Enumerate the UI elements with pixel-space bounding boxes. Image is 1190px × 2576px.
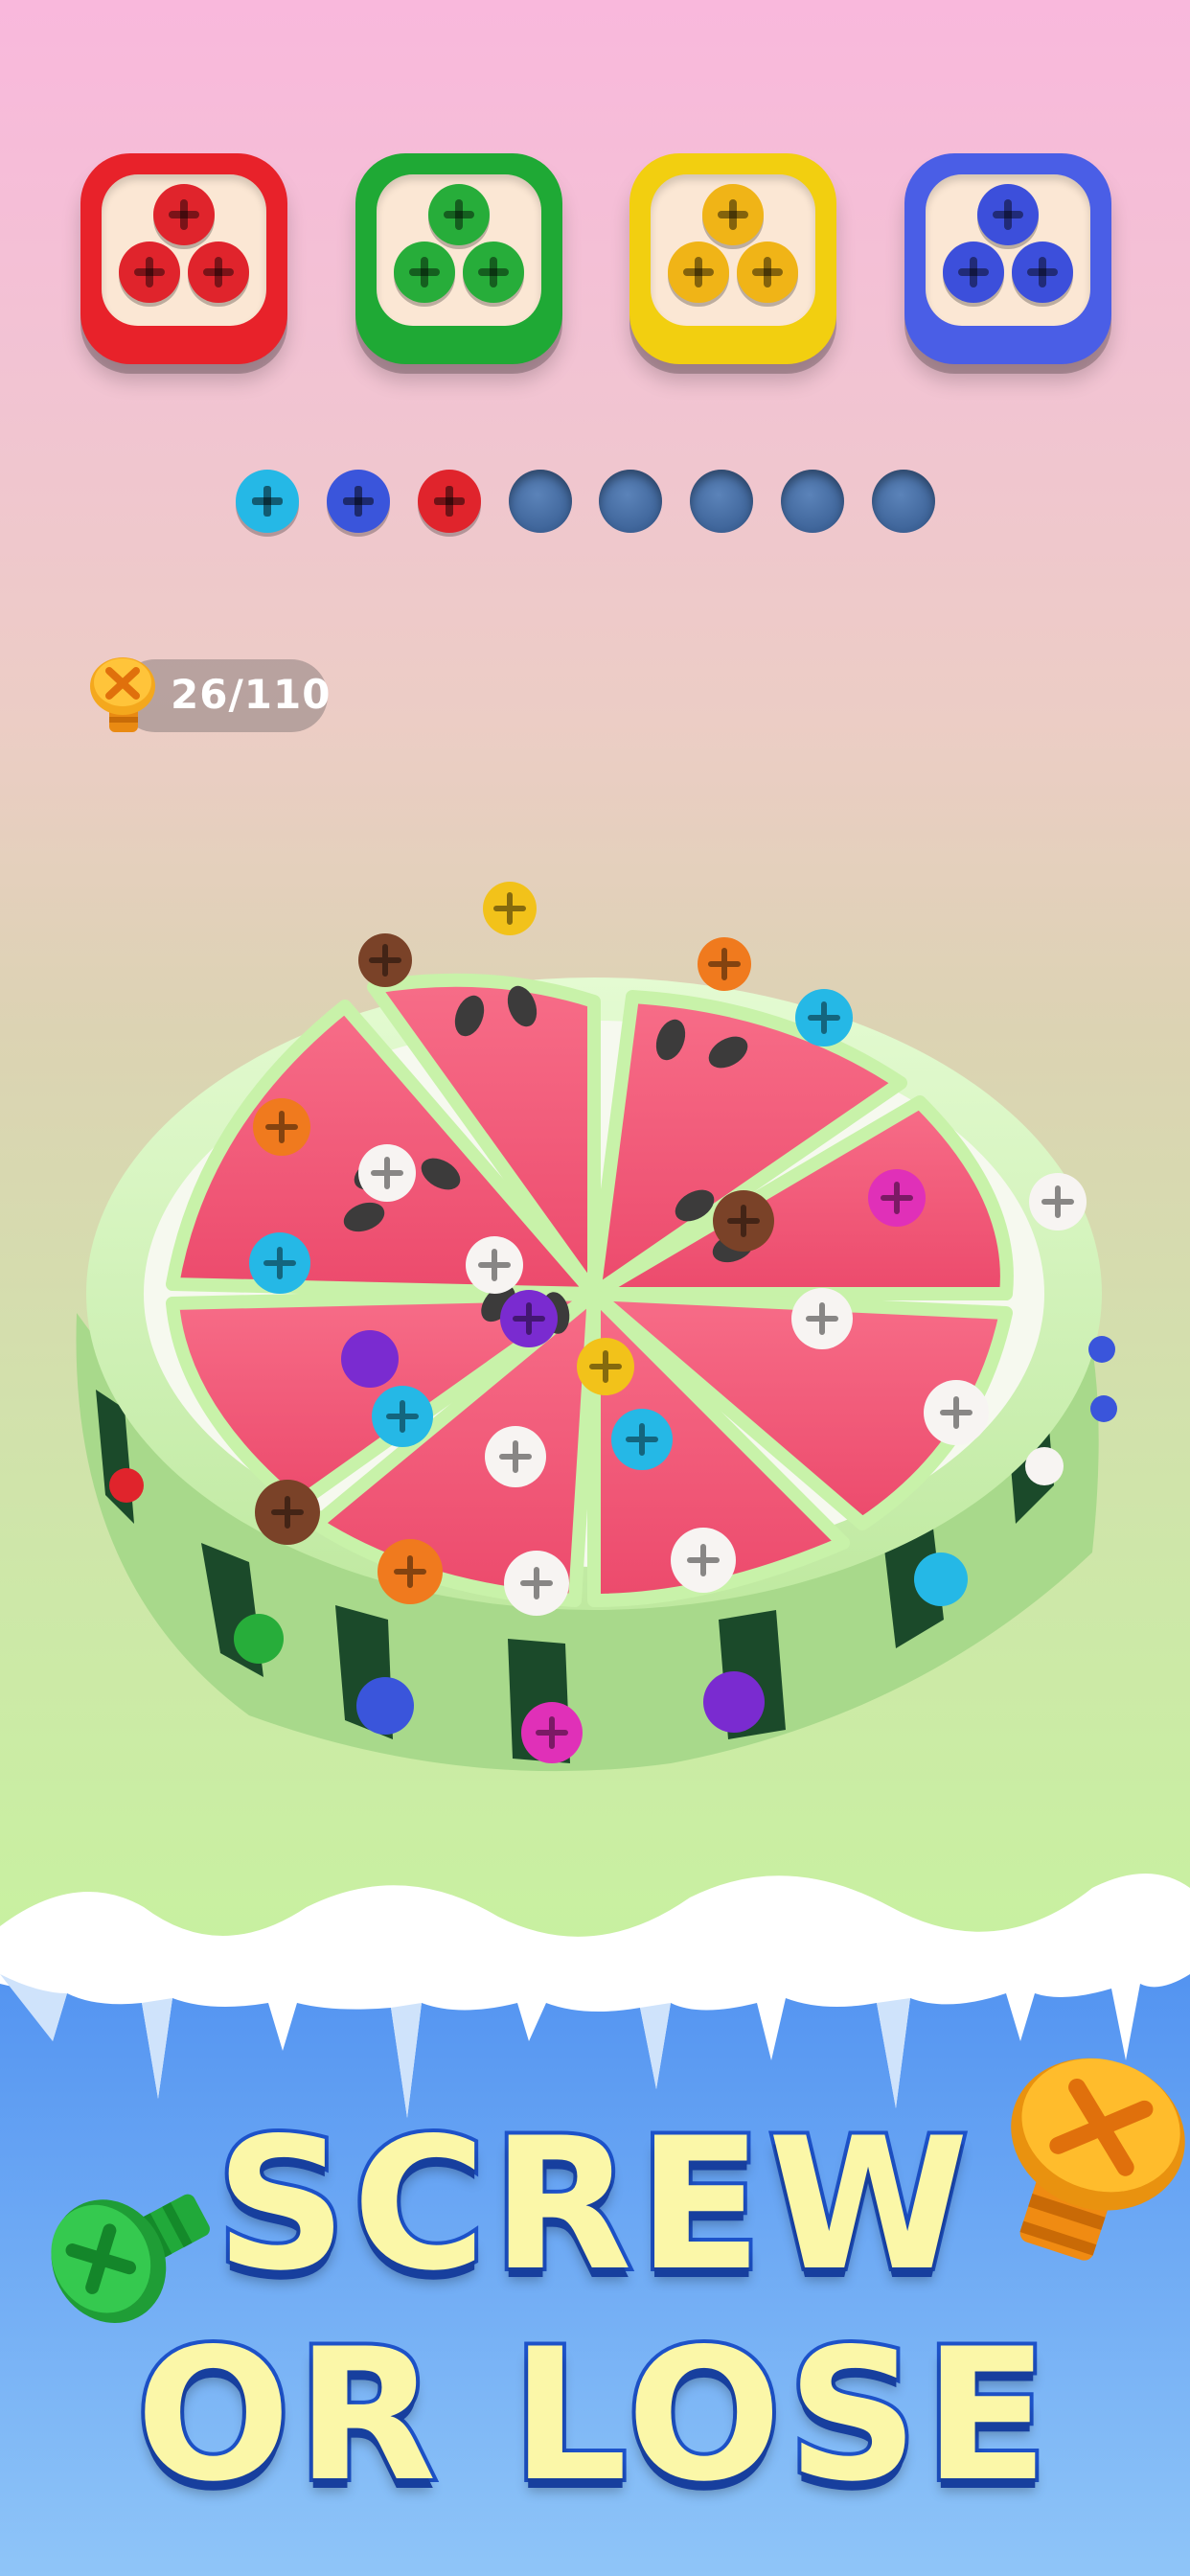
slot-5 <box>599 470 663 533</box>
slot-4 <box>508 470 572 533</box>
slot-3 <box>417 470 481 533</box>
green-target-box[interactable] <box>355 153 562 372</box>
slot-8 <box>871 470 935 533</box>
screw-purple <box>703 1671 765 1733</box>
orange-screw-icon <box>90 657 155 732</box>
screw-purple <box>341 1330 399 1388</box>
red-target-box[interactable] <box>80 153 287 372</box>
title-line-2: OR LOSE <box>132 2306 1055 2525</box>
blue-target-box[interactable] <box>904 153 1111 372</box>
screw-green <box>234 1614 284 1664</box>
slot-7 <box>781 470 845 533</box>
counter-text: 26/110 <box>171 671 332 718</box>
screw-blue <box>356 1677 414 1735</box>
title-line-1: SCREW <box>212 2095 974 2314</box>
slot-2 <box>326 470 390 533</box>
screw-holding-slots <box>236 470 935 537</box>
screw-blue <box>1090 1395 1117 1422</box>
screw-counter: 26/110 <box>84 657 332 732</box>
slot-1 <box>236 470 299 533</box>
screw-red <box>109 1468 144 1503</box>
screw-white <box>1025 1447 1064 1485</box>
yellow-target-box[interactable] <box>629 153 837 372</box>
screw-blue <box>1088 1336 1115 1363</box>
watermelon-puzzle <box>76 882 1117 1772</box>
screw-cyan <box>914 1552 968 1606</box>
slot-6 <box>690 470 754 533</box>
target-box-row <box>80 153 1111 374</box>
